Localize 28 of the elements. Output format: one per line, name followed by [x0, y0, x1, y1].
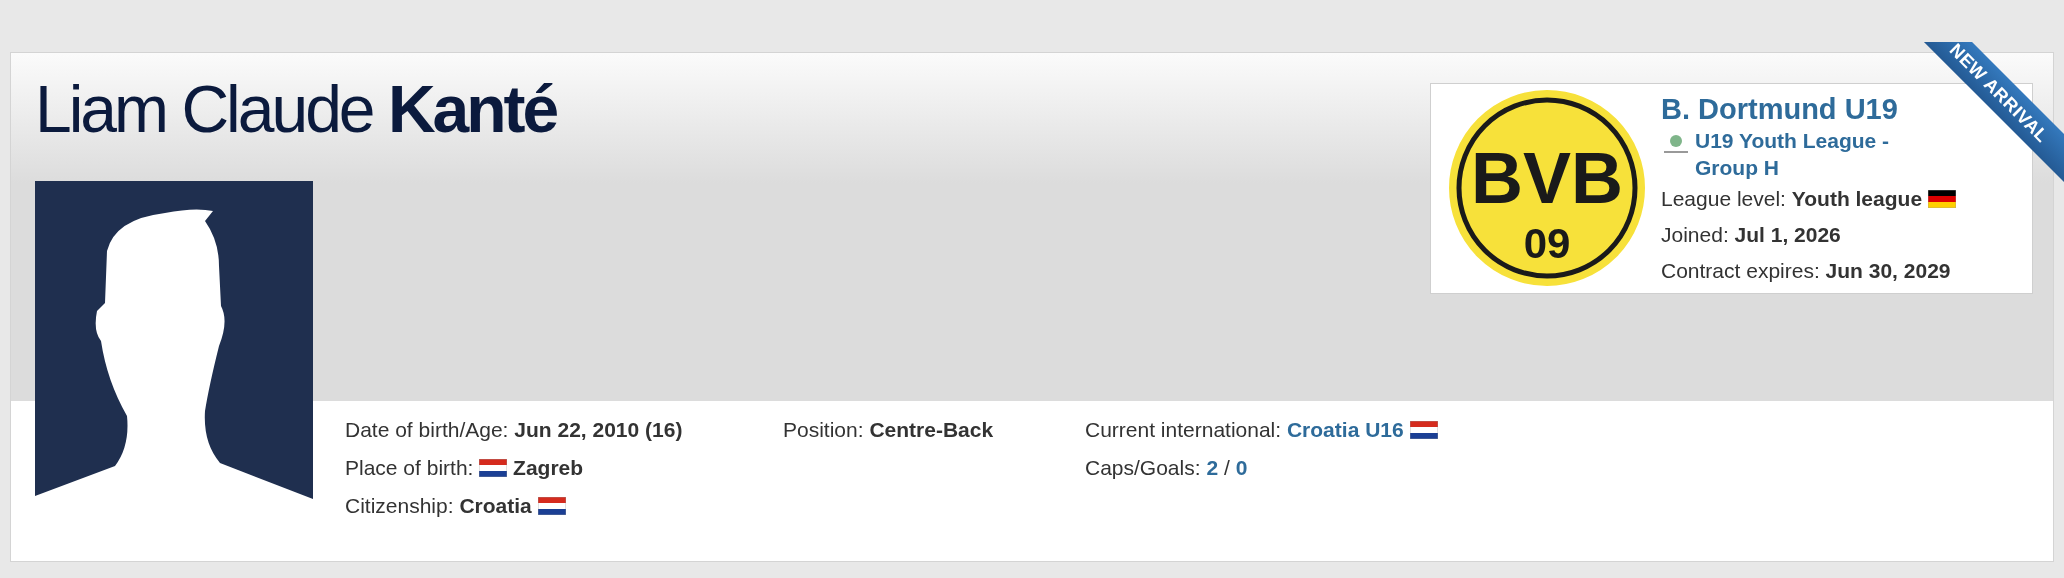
value-link[interactable]: Croatia U16 — [1286, 418, 1404, 441]
field-value: Youth league — [1791, 187, 1923, 211]
field-label: Place of birth: — [345, 456, 474, 479]
field-value: Jul 1, 2026 — [1734, 223, 1841, 247]
flag-icon — [479, 459, 508, 477]
field-value: Jun 22, 2010 (16) — [514, 418, 683, 441]
field-value: Centre-Back — [869, 418, 994, 441]
separator-text: / — [1223, 456, 1230, 479]
field-label: League level: — [1661, 187, 1786, 211]
flag-icon — [1927, 190, 1956, 209]
club-logo: BVB 09 — [1447, 88, 1647, 288]
field-label: Joined: — [1661, 223, 1729, 247]
field-value: Jun 30, 2029 — [1825, 259, 1951, 283]
flag-icon — [537, 497, 566, 515]
field-label: Date of birth/Age: — [345, 418, 509, 441]
club-name-link[interactable]: B. Dortmund U19 — [1661, 93, 1898, 125]
player-name: Liam Claude Kanté — [34, 71, 558, 148]
field-label: Caps/Goals: — [1085, 456, 1201, 479]
field-value: Croatia — [459, 494, 532, 517]
flag-icon — [1409, 421, 1438, 439]
value-link[interactable]: 2 — [1206, 456, 1219, 479]
league-link[interactable]: U19 Youth League - Group H — [1695, 126, 1950, 182]
field-value: Zagreb — [513, 456, 584, 479]
field-label: Current international: — [1085, 418, 1282, 441]
field-label: Contract expires: — [1661, 259, 1820, 283]
field-label: Position: — [783, 418, 864, 441]
field-label: Citizenship: — [345, 494, 454, 517]
value-link[interactable]: 0 — [1235, 456, 1248, 479]
